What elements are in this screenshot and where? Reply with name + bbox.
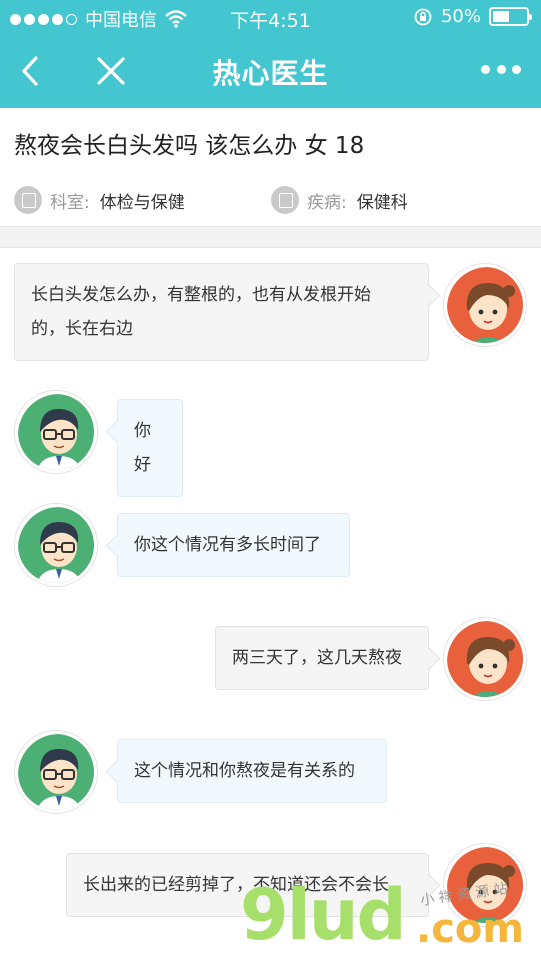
department-icon (14, 186, 42, 214)
department-info: 科室: 体检与保健 (14, 186, 185, 214)
question-title: 熬夜会长白头发吗 该怎么办 女 18 (14, 133, 365, 159)
rotation-lock-icon (414, 8, 432, 25)
section-divider (0, 226, 541, 248)
doctor-avatar-icon (18, 734, 94, 810)
doctor-avatar[interactable] (15, 731, 97, 813)
user-message: 两三天了，这几天熬夜 (215, 626, 429, 690)
patient-avatar-icon (447, 847, 523, 923)
status-bar: 中国电信 下午4:51 50% (0, 0, 541, 34)
user-message: 长白头发怎么办，有整根的，也有从发根开始 的，长在右边 (14, 263, 429, 361)
more-icon[interactable] (481, 62, 521, 76)
patient-avatar-icon (447, 621, 523, 697)
top-bar: 中国电信 下午4:51 50% 热心医生 (0, 0, 541, 108)
department-label: 科室: (50, 192, 90, 213)
message-text: 你这个情况有多长时间了 (134, 535, 321, 555)
more-dot (512, 64, 521, 74)
doctor-avatar-icon (18, 507, 94, 583)
status-right: 50% (413, 6, 532, 27)
question-header: 熬夜会长白头发吗 该怎么办 女 18 科室: 体检与保健 疾病: 保健科 (0, 108, 541, 226)
message-text: 这个情况和你熬夜是有关系的 (134, 761, 355, 781)
user-message: 长出来的已经剪掉了，不知道还会不会长 (66, 853, 429, 917)
battery-icon (489, 7, 532, 26)
more-dot (496, 64, 506, 74)
battery-percent: 50% (440, 6, 481, 27)
doctor-message: 你这个情况有多长时间了 (117, 513, 350, 577)
message-text: 长出来的已经剪掉了，不知道还会不会长 (83, 875, 389, 895)
page-title: 热心医生 (212, 57, 329, 90)
message-text: 两三天了，这几天熬夜 (232, 648, 402, 668)
doctor-avatar[interactable] (15, 504, 97, 586)
patient-avatar[interactable] (444, 618, 526, 700)
message-text-line: 的，长在右边 (31, 319, 133, 339)
disease-info: 疾病: 保健科 (271, 186, 408, 214)
nav-bar: 热心医生 (0, 34, 541, 108)
more-dot (481, 64, 490, 74)
disease-value: 保健科 (356, 192, 408, 213)
doctor-message: 你好 (117, 399, 183, 497)
doctor-avatar[interactable] (15, 391, 97, 473)
battery-fill (493, 11, 509, 22)
doctor-message: 这个情况和你熬夜是有关系的 (117, 739, 387, 803)
patient-avatar-icon (447, 267, 523, 343)
patient-avatar[interactable] (444, 844, 526, 926)
department-value: 体检与保健 (99, 192, 185, 213)
message-text: 你好 (134, 421, 151, 475)
message-text-line: 长白头发怎么办，有整根的，也有从发根开始 (31, 285, 371, 305)
patient-avatar[interactable] (444, 264, 526, 346)
doctor-avatar-icon (18, 394, 94, 470)
disease-label: 疾病: (307, 192, 347, 213)
disease-icon (271, 186, 299, 214)
chat-area[interactable]: 长白头发怎么办，有整根的，也有从发根开始 的，长在右边 你好 你这个情况有多长时… (0, 248, 541, 960)
